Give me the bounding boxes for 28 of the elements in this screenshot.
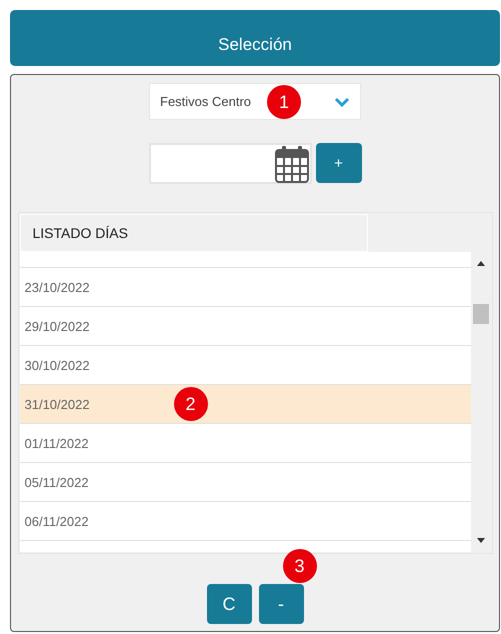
table-cell: 23/10/2022 xyxy=(24,280,90,294)
table-cell: 01/11/2022 xyxy=(24,436,89,450)
table-cell: 05/11/2022 xyxy=(24,474,89,490)
action-button[interactable]: C xyxy=(206,584,252,624)
add-button[interactable]: + xyxy=(316,143,362,183)
table-row[interactable]: 31/10/2022 2 xyxy=(20,385,470,424)
table-cell: 29/10/2022 xyxy=(24,318,90,334)
table-row[interactable]: 01/11/2022 xyxy=(20,424,470,463)
callout-badge: 3 xyxy=(282,549,316,583)
column-header: LISTADO DÍAS xyxy=(20,214,368,252)
date-input-field[interactable] xyxy=(148,143,312,184)
table-row[interactable]: 30/10/2022 xyxy=(20,346,470,385)
table-cell: 31/10/2022 xyxy=(24,396,90,412)
scroll-down-icon[interactable] xyxy=(476,538,484,543)
chevron-down-icon xyxy=(334,96,350,106)
scrollbar-thumb[interactable] xyxy=(472,304,488,324)
table-cell: 06/11/2022 xyxy=(24,514,89,528)
table-row[interactable]: 29/10/2022 xyxy=(20,307,470,346)
scroll-up-icon[interactable] xyxy=(476,261,484,266)
callout-badge: 2 xyxy=(174,387,208,421)
table-row[interactable]: 06/11/2022 xyxy=(20,502,470,541)
header-title: Selección xyxy=(218,35,292,55)
calendar-icon[interactable] xyxy=(274,144,308,182)
table-row[interactable]: 05/11/2022 xyxy=(20,463,470,502)
table-cell: 30/10/2022 xyxy=(24,358,90,372)
scrollbar[interactable] xyxy=(470,252,490,552)
action-button[interactable]: - xyxy=(258,584,304,624)
table-row[interactable]: 23/10/2022 xyxy=(20,268,470,307)
